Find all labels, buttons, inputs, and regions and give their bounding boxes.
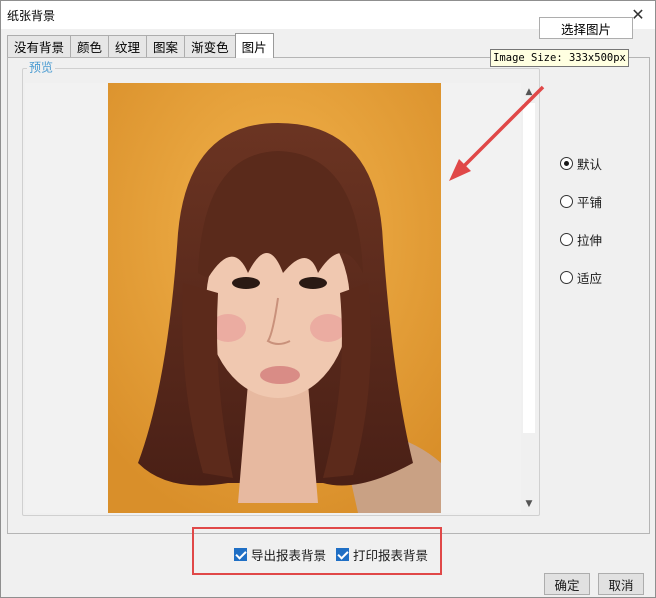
radio-fit[interactable]: 适应 [560,267,602,287]
portrait-photo [108,83,441,513]
scrollbar-thumb[interactable] [523,103,535,433]
export-options-highlight: 导出报表背景 打印报表背景 [192,527,442,575]
radio-button[interactable] [560,232,573,246]
preview-legend: 预览 [27,58,56,76]
checkbox-print-background[interactable]: 打印报表背景 [336,545,428,564]
tab-gradient[interactable]: 渐变色 [184,35,236,57]
radio-default[interactable]: 默认 [560,153,602,173]
checkbox-export-background[interactable]: 导出报表背景 [234,545,326,564]
image-size-tooltip: Image Size: 333x500px [490,49,629,67]
radio-button[interactable] [560,270,573,284]
radio-button[interactable] [560,156,573,170]
radio-stretch[interactable]: 拉伸 [560,229,602,249]
tab-color[interactable]: 颜色 [70,35,110,57]
radio-label: 适应 [577,270,603,286]
chevron-down-icon[interactable]: ▼ [521,497,537,511]
window-title: 纸张背景 [7,9,56,23]
preview-image [108,83,441,513]
tab-texture[interactable]: 纹理 [108,35,148,57]
checkbox[interactable] [336,548,349,561]
checkbox-label: 导出报表背景 [251,548,327,563]
preview-area [25,83,521,513]
layout-options: 默认 平铺 拉伸 适应 [560,153,602,305]
radio-label: 平铺 [577,194,603,210]
cancel-button[interactable]: 取消 [598,573,644,595]
image-tab-panel: 预览 ▲ ▼ 默认 平铺 拉伸 适应 [7,57,650,534]
tab-pattern[interactable]: 图案 [146,35,186,57]
radio-label: 默认 [577,156,603,172]
tab-image[interactable]: 图片 [234,33,274,58]
choose-image-button[interactable]: 选择图片 [539,17,633,39]
radio-button[interactable] [560,194,573,208]
tab-strip: 没有背景 颜色 纹理 图案 渐变色 图片 [7,33,274,58]
ok-button[interactable]: 确定 [544,573,590,595]
dialog-window: 纸张背景 ✕ 没有背景 颜色 纹理 图案 渐变色 图片 预览 ▲ ▼ 默认 平铺… [0,0,656,598]
radio-tile[interactable]: 平铺 [560,191,602,211]
checkbox-label: 打印报表背景 [353,548,429,563]
tab-no-background[interactable]: 没有背景 [7,35,72,57]
preview-group: 预览 ▲ ▼ [22,58,540,516]
radio-label: 拉伸 [577,232,603,248]
checkbox[interactable] [234,548,247,561]
preview-scrollbar[interactable]: ▲ ▼ [521,83,537,513]
chevron-up-icon[interactable]: ▲ [521,85,537,99]
